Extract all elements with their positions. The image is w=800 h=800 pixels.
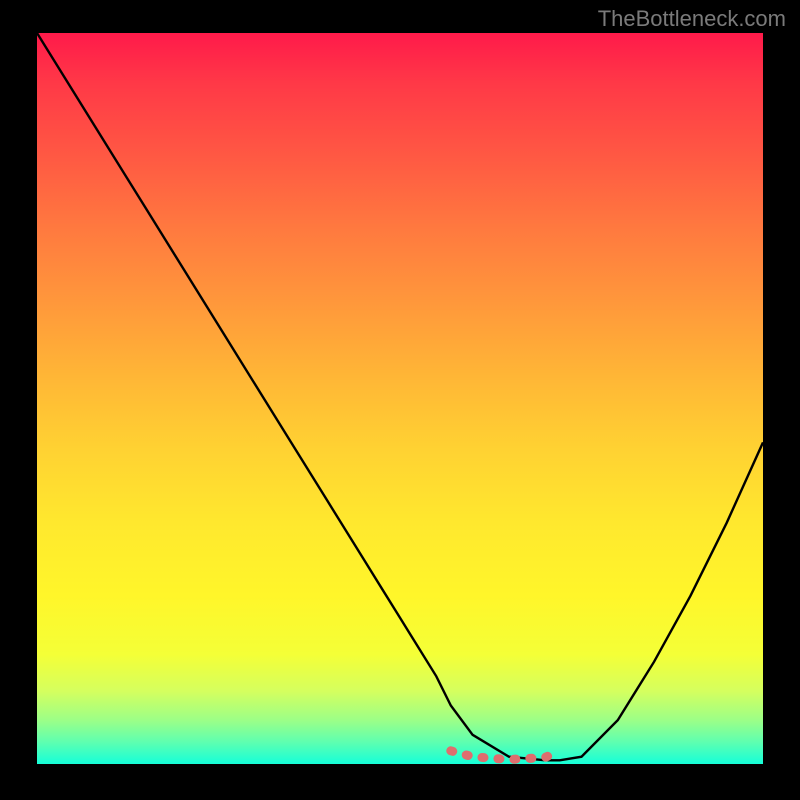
bottleneck-curve-line (37, 33, 763, 760)
chart-plot-area (37, 33, 763, 764)
chart-svg (37, 33, 763, 764)
attribution-label: TheBottleneck.com (598, 6, 786, 32)
